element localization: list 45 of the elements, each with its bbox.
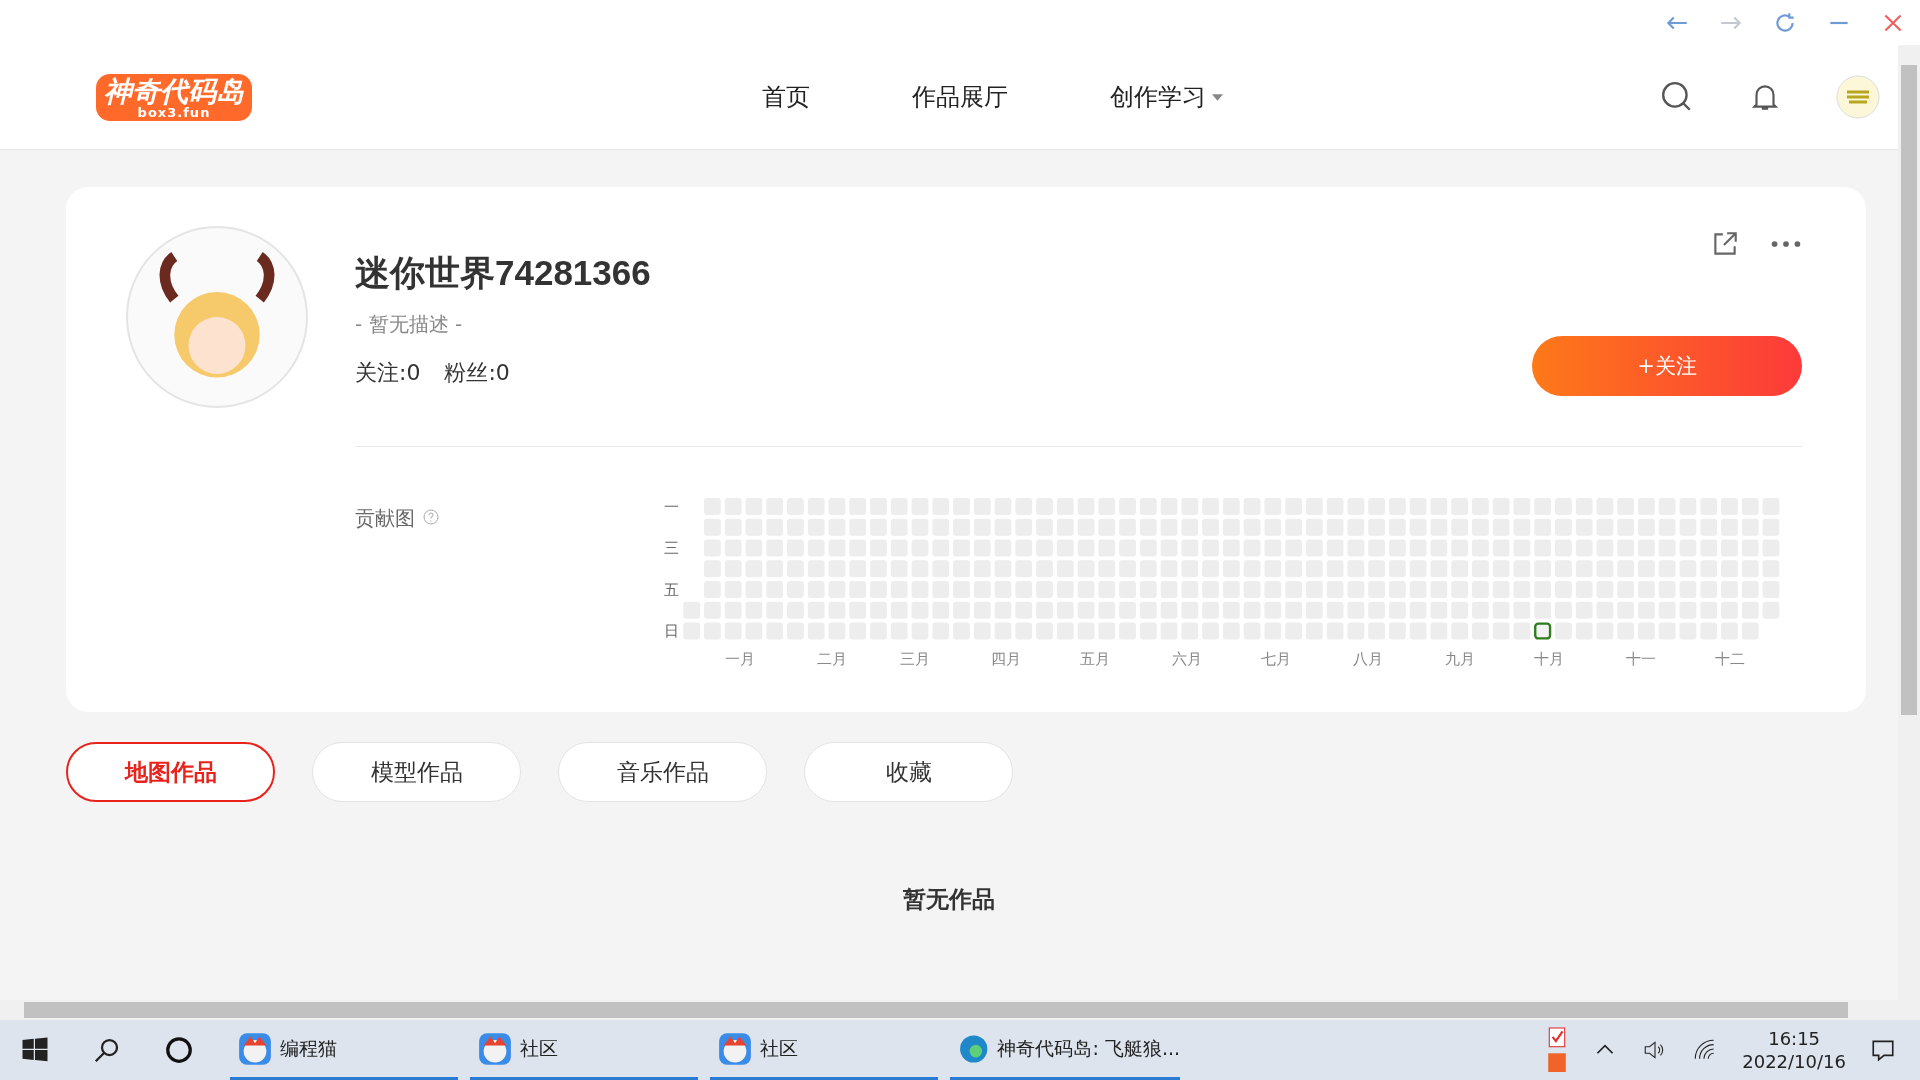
month-label: 四月 — [991, 650, 1022, 668]
month-label: 十二 — [1714, 650, 1745, 668]
month-label: 二月 — [816, 650, 847, 668]
month-label: 六月 — [1172, 650, 1203, 668]
clock[interactable]: 16:15 2022/10/16 — [1742, 1026, 1846, 1074]
month-label: 七月 — [1261, 650, 1292, 668]
taskbar-app-button[interactable]: 社区 — [710, 1020, 938, 1080]
user-description: - 暂无描述 - — [355, 311, 464, 338]
horizontal-scrollbar[interactable] — [0, 1000, 1920, 1020]
weekday-label: 日 — [663, 622, 679, 640]
month-label: 九月 — [1445, 650, 1476, 668]
month-label: 十月 — [1534, 650, 1564, 668]
tab[interactable]: 音乐作品 — [558, 742, 767, 802]
cat-mascot-icon — [238, 1031, 272, 1066]
taskbar-app-button[interactable]: 神奇代码岛: 飞艇狼... — [950, 1020, 1180, 1080]
user-name: 迷你世界74281366 — [355, 252, 651, 294]
tab[interactable]: 收藏 — [804, 742, 1013, 802]
tab[interactable]: 模型作品 — [312, 742, 521, 802]
taskbar-app-button[interactable]: 编程猫 — [230, 1020, 458, 1080]
weekday-label: 五 — [663, 580, 679, 598]
tab[interactable]: 地图作品 — [66, 742, 275, 802]
date-text: 2022/10/16 — [1742, 1050, 1846, 1074]
cat-mascot-icon — [478, 1031, 512, 1066]
cat-mascot-icon — [718, 1031, 752, 1066]
follower-count[interactable]: 粉丝:0 — [444, 358, 510, 388]
caret-icon — [1212, 93, 1223, 101]
month-label: 五月 — [1080, 650, 1111, 668]
taskbar-app-button[interactable]: 社区 — [470, 1020, 698, 1080]
vertical-scrollbar[interactable] — [1898, 45, 1920, 1000]
month-label: 八月 — [1353, 650, 1384, 668]
nav-link[interactable]: 首页 — [762, 81, 810, 113]
month-label: 一月 — [724, 650, 755, 668]
document-app-icon[interactable] — [1546, 1025, 1569, 1075]
weekday-label: 一 — [663, 497, 679, 515]
nav-link[interactable]: 作品展厅 — [912, 81, 1008, 113]
nav-link[interactable]: 创作学习 — [1110, 81, 1223, 113]
contribution-title: 贡献图 — [355, 505, 415, 532]
month-label: 三月 — [899, 650, 930, 668]
weekday-label: 三 — [663, 539, 679, 557]
empty-message: 暂无作品 — [903, 885, 995, 914]
more-icon[interactable] — [1770, 239, 1802, 249]
time-text: 16:15 — [1768, 1026, 1821, 1050]
month-label: 十一 — [1625, 650, 1656, 668]
following-count[interactable]: 关注:0 — [355, 358, 421, 388]
cortana-circle-icon[interactable] — [164, 1035, 194, 1065]
